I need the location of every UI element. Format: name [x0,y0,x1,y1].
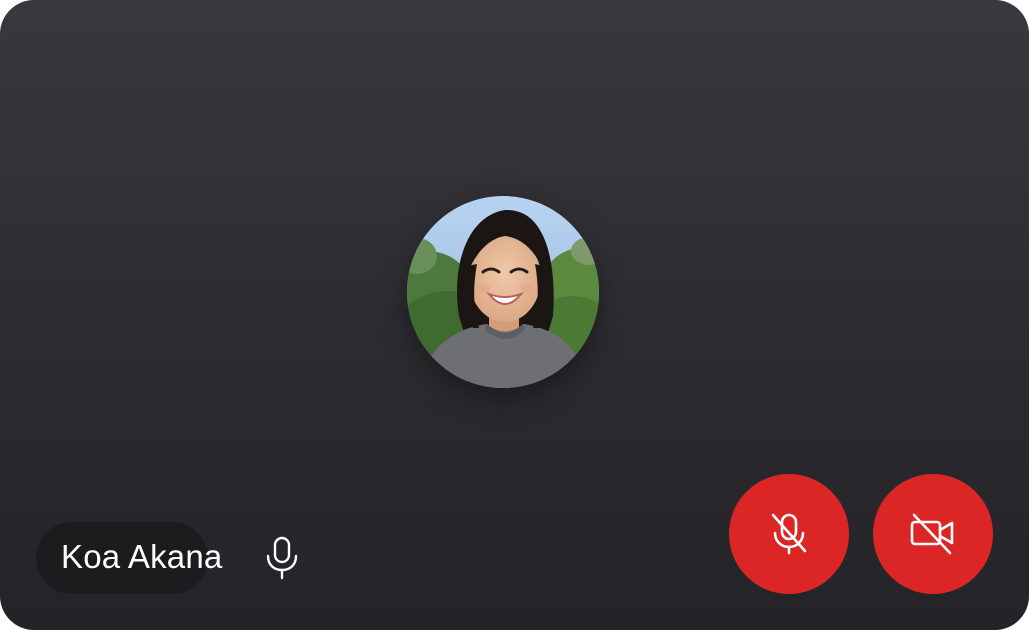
participant-name: Koa Akana [61,538,223,575]
participant-avatar [407,196,599,388]
mute-microphone-button[interactable] [729,474,849,594]
turn-off-camera-button[interactable] [873,474,993,594]
microphone-off-icon [765,509,813,560]
video-tile: Koa Akana [0,0,1029,630]
avatar-photo-icon [407,196,599,388]
video-off-icon [908,509,958,560]
microphone-icon [262,536,302,580]
